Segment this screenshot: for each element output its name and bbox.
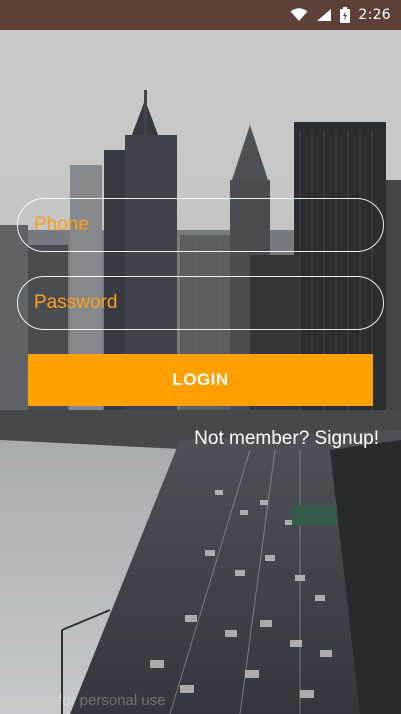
wifi-icon bbox=[290, 8, 308, 21]
signal-icon bbox=[317, 9, 332, 21]
password-placeholder: Password bbox=[34, 292, 118, 313]
login-button[interactable]: LOGIN bbox=[28, 354, 373, 406]
battery-icon bbox=[340, 7, 351, 23]
phone-placeholder: Phone bbox=[34, 214, 89, 235]
status-bar: 2:26 bbox=[0, 0, 401, 30]
signup-link[interactable]: Not member? Signup! bbox=[194, 428, 379, 450]
phone-input[interactable]: Phone bbox=[17, 198, 384, 252]
status-icons bbox=[290, 7, 351, 23]
password-input[interactable]: Password bbox=[17, 276, 384, 330]
status-time: 2:26 bbox=[358, 7, 391, 23]
watermark-text: for personal use bbox=[58, 692, 166, 709]
